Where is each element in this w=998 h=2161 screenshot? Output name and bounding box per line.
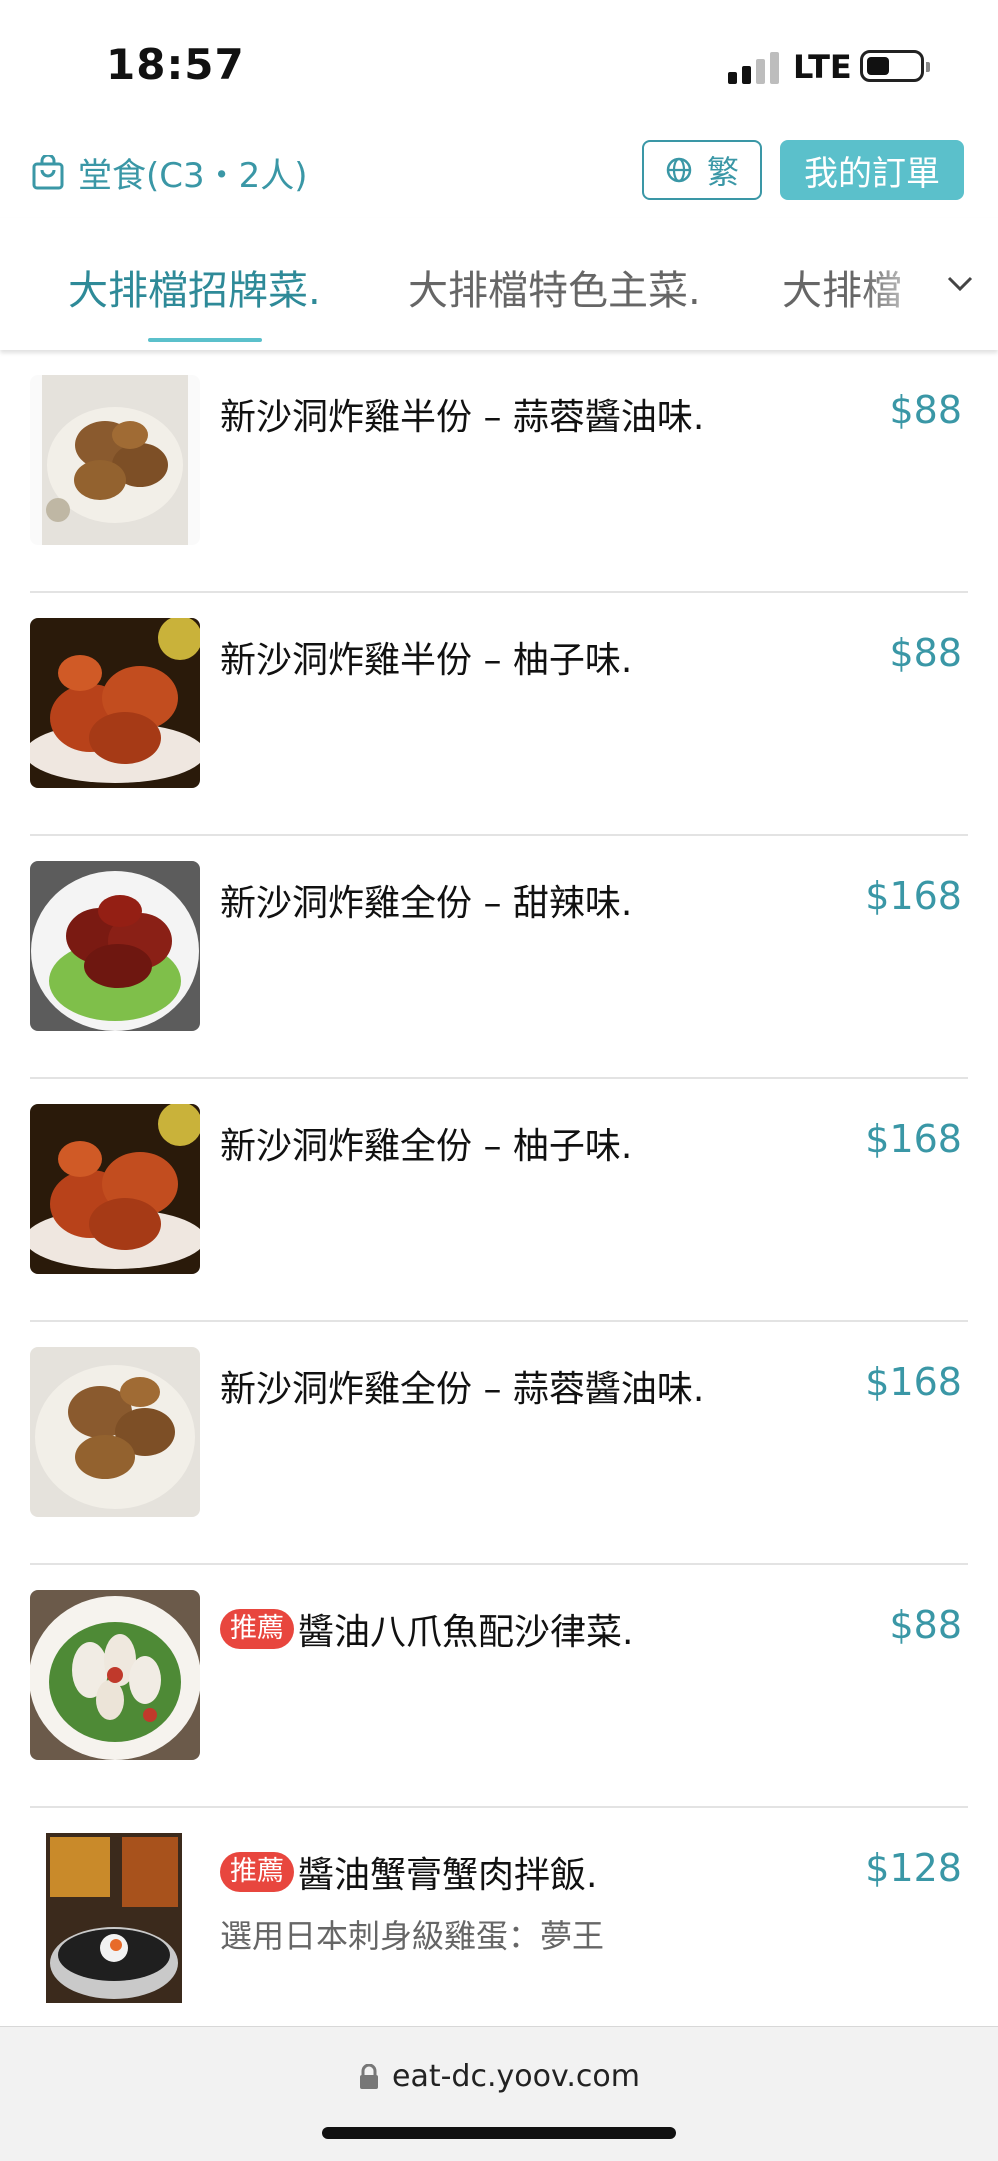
tab-fade bbox=[862, 218, 998, 346]
status-bar: 18:57 LTE bbox=[0, 0, 998, 130]
globe-icon bbox=[666, 157, 692, 183]
menu-item[interactable]: 推薦 醬油八爪魚配沙律菜. $88 bbox=[30, 1565, 968, 1808]
language-button[interactable]: 繁 bbox=[642, 140, 762, 200]
food-thumbnail bbox=[30, 618, 200, 788]
chevron-down-icon[interactable] bbox=[945, 268, 975, 298]
item-name: 新沙洞炸雞全份 – 蒜蓉醬油味. bbox=[220, 1360, 704, 1412]
dine-in-label: 堂食(C3・2人) bbox=[78, 156, 308, 196]
signal-icon bbox=[728, 50, 784, 84]
item-price: $88 bbox=[889, 388, 962, 432]
food-thumbnail bbox=[30, 1347, 200, 1517]
category-tabs: 大排檔招牌菜. 大排檔特色主菜. 大排檔 bbox=[0, 218, 998, 350]
browser-bottom-bar: eat-dc.yoov.com bbox=[0, 2026, 998, 2161]
lock-icon bbox=[360, 2063, 378, 2089]
menu-item[interactable]: 新沙洞炸雞半份 – 柚子味. $88 bbox=[30, 593, 968, 836]
language-label: 繁 bbox=[706, 153, 739, 191]
battery-icon bbox=[860, 50, 930, 82]
item-name: 新沙洞炸雞半份 – 蒜蓉醬油味. bbox=[220, 388, 704, 440]
address-bar[interactable]: eat-dc.yoov.com bbox=[0, 2059, 998, 2094]
item-name-text: 新沙洞炸雞全份 – 柚子味. bbox=[220, 1126, 633, 1167]
tab-signature-dishes[interactable]: 大排檔招牌菜. bbox=[68, 258, 321, 316]
menu-item[interactable]: 新沙洞炸雞全份 – 柚子味. $168 bbox=[30, 1079, 968, 1322]
recommended-tag: 推薦 bbox=[220, 1852, 294, 1892]
menu-item[interactable]: 推薦 醬油蟹膏蟹肉拌飯. $128 選用日本刺身級雞蛋：夢王 bbox=[30, 1808, 968, 2051]
item-name-text: 新沙洞炸雞全份 – 蒜蓉醬油味. bbox=[220, 1369, 705, 1410]
item-description: 選用日本刺身級雞蛋：夢王 bbox=[220, 1917, 605, 1955]
menu-item[interactable]: 新沙洞炸雞半份 – 蒜蓉醬油味. $88 bbox=[30, 350, 968, 593]
tab-special-mains[interactable]: 大排檔特色主菜. bbox=[408, 258, 701, 316]
food-thumbnail bbox=[30, 1590, 200, 1760]
menu-item[interactable]: 新沙洞炸雞全份 – 甜辣味. $168 bbox=[30, 836, 968, 1079]
menu-item[interactable]: 新沙洞炸雞全份 – 蒜蓉醬油味. $168 bbox=[30, 1322, 968, 1565]
bag-icon bbox=[32, 154, 64, 189]
item-price: $168 bbox=[865, 874, 962, 918]
active-tab-indicator bbox=[148, 338, 262, 342]
item-name: 新沙洞炸雞半份 – 柚子味. bbox=[220, 631, 632, 683]
food-thumbnail bbox=[30, 1833, 200, 2003]
food-thumbnail bbox=[30, 375, 200, 545]
recommended-tag: 推薦 bbox=[220, 1609, 294, 1649]
item-name-text: 新沙洞炸雞全份 – 甜辣味. bbox=[220, 883, 633, 924]
app-header: 堂食(C3・2人) 繁 我的訂單 bbox=[0, 130, 998, 218]
item-price: $88 bbox=[889, 631, 962, 675]
dine-in-info[interactable]: 堂食(C3・2人) bbox=[30, 148, 308, 197]
home-indicator[interactable] bbox=[322, 2127, 676, 2139]
item-name-text: 新沙洞炸雞半份 – 柚子味. bbox=[220, 640, 633, 681]
network-label: LTE bbox=[793, 48, 852, 86]
my-orders-button[interactable]: 我的訂單 bbox=[780, 140, 964, 200]
item-price: $168 bbox=[865, 1360, 962, 1404]
item-name-text: 醬油八爪魚配沙律菜. bbox=[298, 1612, 634, 1653]
item-name: 新沙洞炸雞全份 – 柚子味. bbox=[220, 1117, 632, 1169]
item-price: $88 bbox=[889, 1603, 962, 1647]
item-price: $128 bbox=[865, 1846, 962, 1890]
url-text: eat-dc.yoov.com bbox=[392, 2059, 640, 2094]
status-time: 18:57 bbox=[106, 40, 245, 89]
item-name-text: 新沙洞炸雞半份 – 蒜蓉醬油味. bbox=[220, 397, 705, 438]
food-thumbnail bbox=[30, 861, 200, 1031]
item-name: 推薦 醬油蟹膏蟹肉拌飯. bbox=[220, 1846, 597, 1898]
item-name: 新沙洞炸雞全份 – 甜辣味. bbox=[220, 874, 632, 926]
item-name: 推薦 醬油八爪魚配沙律菜. bbox=[220, 1603, 633, 1655]
item-name-text: 醬油蟹膏蟹肉拌飯. bbox=[298, 1855, 598, 1896]
item-price: $168 bbox=[865, 1117, 962, 1161]
food-thumbnail bbox=[30, 1104, 200, 1274]
